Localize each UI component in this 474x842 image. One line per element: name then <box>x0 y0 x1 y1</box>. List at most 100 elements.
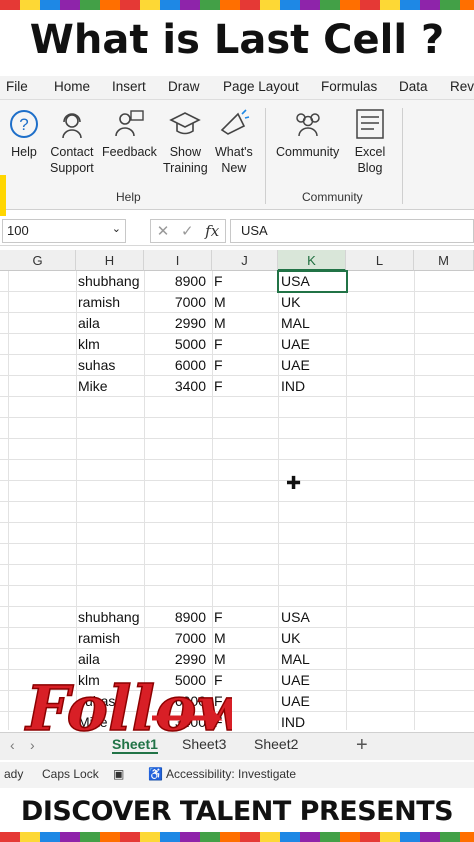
chevron-down-icon[interactable]: ⌄ <box>112 222 121 235</box>
feedback-button[interactable]: Feedback <box>102 108 157 160</box>
headset-icon <box>62 113 82 139</box>
menu-draw[interactable]: Draw <box>168 76 200 97</box>
menu-formulas[interactable]: Formulas <box>321 76 377 97</box>
cell-num[interactable]: 6000 <box>146 355 210 376</box>
cell-gender[interactable]: M <box>214 313 276 334</box>
cell-name[interactable]: shubhang <box>78 271 142 292</box>
spreadsheet-grid[interactable]: G H I J K L M shubhang 8900 F USA ramish 7000… <box>0 250 474 730</box>
cell-gender[interactable]: F <box>214 334 276 355</box>
show-training-label: Show Training <box>163 145 208 175</box>
cancel-icon[interactable]: ✕ <box>157 222 170 240</box>
community-label: Community <box>276 145 340 159</box>
cell-country[interactable]: UAE <box>281 670 345 691</box>
tab-sheet3[interactable]: Sheet3 <box>182 736 226 752</box>
column-header-m[interactable]: M <box>414 250 474 271</box>
cell-name[interactable]: Mike <box>78 376 142 397</box>
blog-icon <box>356 109 384 139</box>
cell-country[interactable]: UAE <box>281 334 345 355</box>
excel-blog-button[interactable]: Excel Blog <box>354 108 386 176</box>
help-button[interactable]: ? Help <box>8 108 40 160</box>
column-header-l[interactable]: L <box>346 250 414 271</box>
page-view-icon[interactable]: ▣ <box>113 767 124 781</box>
cell-num[interactable]: 7000 <box>146 628 210 649</box>
menu-page-layout[interactable]: Page Layout <box>223 76 299 97</box>
cell-country[interactable]: IND <box>281 712 345 730</box>
cell-num[interactable]: 7000 <box>146 292 210 313</box>
help-button-label: Help <box>11 145 37 159</box>
cell-country[interactable]: IND <box>281 376 345 397</box>
cell-country[interactable]: USA <box>281 607 345 628</box>
cell-name[interactable]: ramish <box>78 628 142 649</box>
cell-name[interactable]: klm <box>78 334 142 355</box>
help-group-label: Help <box>116 190 141 204</box>
column-header-g[interactable]: G <box>0 250 76 271</box>
cell-num[interactable]: 2990 <box>146 313 210 334</box>
table-row: klm 5000 F UAE <box>0 334 474 355</box>
table-row <box>0 523 474 544</box>
menu-file[interactable]: File <box>6 76 28 97</box>
status-ready: ady <box>4 767 24 781</box>
cell-num[interactable]: 3400 <box>146 376 210 397</box>
enter-icon[interactable]: ✓ <box>181 222 194 240</box>
column-header-k[interactable]: K <box>278 250 346 271</box>
tab-sheet1[interactable]: Sheet1 <box>112 736 158 754</box>
feedback-icon <box>115 110 145 137</box>
cell-gender[interactable]: M <box>214 628 276 649</box>
tab-prev-icon[interactable]: ‹ <box>10 737 15 753</box>
cell-name[interactable]: shubhang <box>78 607 142 628</box>
cell-gender[interactable]: M <box>214 292 276 313</box>
table-row: shubhang 8900 F USA <box>0 271 474 292</box>
cell-country[interactable]: MAL <box>281 313 345 334</box>
cell-country[interactable]: UAE <box>281 691 345 712</box>
cell-gender[interactable]: F <box>214 607 276 628</box>
name-box[interactable]: 100 ⌄ <box>2 219 126 243</box>
status-caps-lock: Caps Lock <box>42 767 99 781</box>
menu-review[interactable]: Revi <box>450 76 474 97</box>
ribbon-separator <box>265 108 266 204</box>
menu-home[interactable]: Home <box>54 76 90 97</box>
tab-next-icon[interactable]: › <box>30 737 35 753</box>
video-title: What is Last Cell ? <box>29 17 445 63</box>
menu-data[interactable]: Data <box>399 76 428 97</box>
decorative-top-stripe <box>0 0 474 10</box>
active-cell-k[interactable] <box>277 270 348 293</box>
add-sheet-button[interactable]: + <box>356 734 368 757</box>
cell-name[interactable]: ramish <box>78 292 142 313</box>
whats-new-button[interactable]: What's New <box>215 108 253 176</box>
status-accessibility[interactable]: Accessibility: Investigate <box>166 767 296 781</box>
contact-support-button[interactable]: Contact Support <box>50 108 94 176</box>
cell-name[interactable]: aila <box>78 313 142 334</box>
formula-input[interactable]: USA <box>230 219 474 243</box>
cell-country[interactable]: UK <box>281 292 345 313</box>
cell-num[interactable]: 2990 <box>146 649 210 670</box>
column-header-j[interactable]: J <box>212 250 278 271</box>
cell-country[interactable]: UAE <box>281 355 345 376</box>
table-row <box>0 439 474 460</box>
cell-gender[interactable]: M <box>214 649 276 670</box>
community-button[interactable]: Community <box>276 108 339 160</box>
cell-name[interactable]: suhas <box>78 355 142 376</box>
insert-function-icon[interactable]: fx <box>205 222 219 240</box>
cell-num[interactable]: 5000 <box>146 334 210 355</box>
cell-country[interactable]: UK <box>281 628 345 649</box>
show-training-button[interactable]: Show Training <box>163 108 208 176</box>
cell-num[interactable]: 8900 <box>146 271 210 292</box>
cell-name[interactable]: aila <box>78 649 142 670</box>
cell-num[interactable]: 8900 <box>146 607 210 628</box>
cell-gender[interactable]: F <box>214 271 276 292</box>
cell-cursor-icon: ✚ <box>286 473 302 493</box>
mortarboard-icon <box>169 112 202 135</box>
table-row: Mike 3400 F IND <box>0 376 474 397</box>
presenter-banner: DISCOVER TALENT PRESENTS <box>0 790 474 832</box>
cell-gender[interactable]: F <box>214 355 276 376</box>
table-row: shubhang 8900 F USA <box>0 607 474 628</box>
menu-insert[interactable]: Insert <box>112 76 146 97</box>
tab-sheet2[interactable]: Sheet2 <box>254 736 298 752</box>
whats-new-label: What's New <box>215 145 253 175</box>
contact-support-label: Contact Support <box>50 145 94 175</box>
column-header-h[interactable]: H <box>76 250 144 271</box>
megaphone-icon <box>220 109 250 135</box>
cell-country[interactable]: MAL <box>281 649 345 670</box>
column-header-i[interactable]: I <box>144 250 212 271</box>
cell-gender[interactable]: F <box>214 376 276 397</box>
